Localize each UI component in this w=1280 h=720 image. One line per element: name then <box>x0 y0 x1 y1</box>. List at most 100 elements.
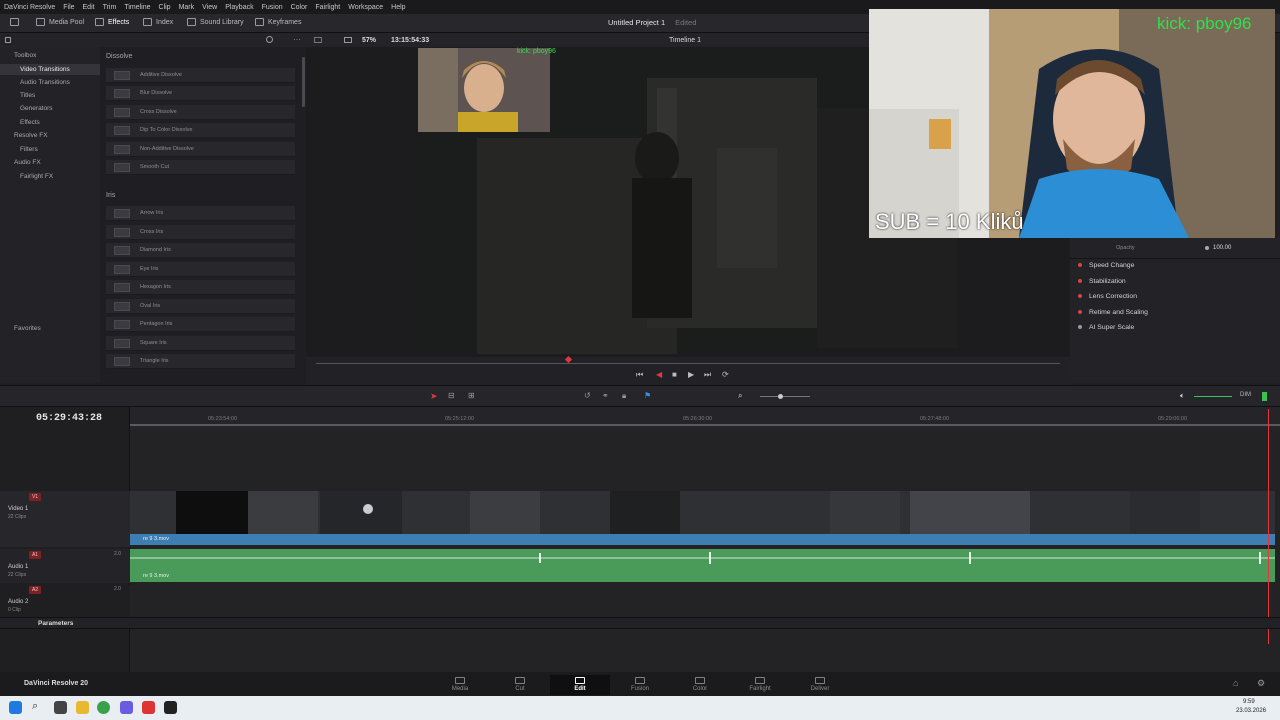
timeline-ruler[interactable]: 05:23:54:00 05:25:12:00 05:26:30:00 05:2… <box>130 407 1280 429</box>
sidebar-item-favorites[interactable]: Favorites <box>14 325 41 332</box>
effect-item[interactable]: Dip To Color Dissolve <box>106 123 295 138</box>
v1-badge[interactable]: V1 <box>29 493 41 501</box>
media-pool-button[interactable]: Media Pool <box>36 18 84 26</box>
section-enabled-dot[interactable] <box>1078 294 1082 299</box>
stop-icon[interactable]: ■ <box>672 370 677 379</box>
chrome-icon[interactable] <box>97 701 110 714</box>
menu-edit[interactable]: Edit <box>83 4 95 11</box>
volume-slider[interactable] <box>1194 396 1232 397</box>
sidebar-item-audio-transitions[interactable]: Audio Transitions <box>20 79 70 86</box>
menu-color[interactable]: Color <box>291 4 308 11</box>
obs-icon[interactable] <box>142 701 155 714</box>
zoom-icon[interactable]: ⌕ <box>738 391 742 401</box>
clock-time[interactable]: 9:59 <box>1243 699 1255 705</box>
effect-item[interactable]: Square Iris <box>106 336 295 351</box>
davinci-taskbar-icon[interactable] <box>164 701 177 714</box>
dissolve-header[interactable]: Dissolve <box>106 53 132 60</box>
section-enabled-dot[interactable] <box>1078 279 1082 284</box>
volume-icon[interactable]: 🔈︎ <box>1180 391 1185 401</box>
a2-badge[interactable]: A2 <box>29 586 41 594</box>
section-enabled-dot[interactable] <box>1078 310 1082 315</box>
search-icon[interactable] <box>266 36 273 43</box>
menu-file[interactable]: File <box>63 4 74 11</box>
trim-tool-icon[interactable]: ⊟ <box>448 391 455 400</box>
menu-fairlight[interactable]: Fairlight <box>315 4 340 11</box>
tab-media[interactable]: Media <box>430 675 490 695</box>
play-icon[interactable]: ▶ <box>688 370 694 379</box>
effect-item[interactable]: Pentagon Iris <box>106 317 295 332</box>
timeline-name[interactable]: Timeline 1 <box>669 37 701 44</box>
sidebar-item-effects[interactable]: Effects <box>20 119 40 126</box>
effects-button[interactable]: Effects <box>95 18 129 26</box>
menu-help[interactable]: Help <box>391 4 405 11</box>
settings-gear-icon[interactable]: ⚙ <box>1257 678 1265 689</box>
effect-item[interactable]: Additive Dissolve <box>106 68 295 83</box>
skip-end-icon[interactable]: ⏭ <box>704 370 711 380</box>
inspector-section-speed-change[interactable]: Speed Change <box>1078 262 1134 269</box>
selection-tool-icon[interactable]: ➤ <box>430 391 438 402</box>
sidebar-item-resolve-fx[interactable]: Resolve FX <box>14 132 48 139</box>
skip-start-icon[interactable]: ⏮ <box>636 370 643 380</box>
effect-item[interactable]: Diamond Iris <box>106 243 295 258</box>
sidebar-toggle-icon[interactable] <box>5 37 11 43</box>
sidebar-item-fairlight-fx[interactable]: Fairlight FX <box>20 173 53 180</box>
sidebar-item-video-transitions[interactable]: Video Transitions <box>20 66 70 73</box>
effect-item[interactable]: Arrow Iris <box>106 206 295 221</box>
menu-trim[interactable]: Trim <box>103 4 117 11</box>
section-enabled-dot[interactable] <box>1078 263 1082 268</box>
effect-item[interactable]: Smooth Cut <box>106 160 295 175</box>
index-button[interactable]: Index <box>143 18 173 26</box>
keyframes-button[interactable]: Keyframes <box>255 18 301 26</box>
timeline-playhead[interactable] <box>1268 409 1269 644</box>
menu-view[interactable]: View <box>202 4 217 11</box>
play-reverse-icon[interactable]: ◀ <box>656 370 662 379</box>
parameters-label[interactable]: Parameters <box>38 620 73 627</box>
effect-item[interactable]: Non-Additive Dissolve <box>106 142 295 157</box>
menu-timeline[interactable]: Timeline <box>124 4 150 11</box>
flag-icon[interactable]: ⚑ <box>644 391 651 400</box>
search-taskbar-icon[interactable]: ⌕ <box>32 700 38 713</box>
snapping-icon[interactable]: ↺ <box>584 391 591 400</box>
link-icon[interactable]: ⚭ <box>602 391 609 400</box>
menu-fusion[interactable]: Fusion <box>262 4 283 11</box>
scrub-playhead[interactable] <box>564 355 573 364</box>
menu-app[interactable]: DaVinci Resolve <box>4 4 55 11</box>
sidebar-item-toolbox[interactable]: Toolbox <box>14 52 36 59</box>
menu-workspace[interactable]: Workspace <box>348 4 383 11</box>
opacity-value[interactable]: 100.00 <box>1213 245 1231 251</box>
effects-scrollbar[interactable] <box>302 57 305 107</box>
inspector-section-stabilization[interactable]: Stabilization <box>1078 278 1126 285</box>
panel-toggle-button[interactable] <box>10 18 19 26</box>
effect-item[interactable]: Cross Iris <box>106 225 295 240</box>
iris-header[interactable]: Iris <box>106 192 115 199</box>
effect-item[interactable]: Eye Iris <box>106 262 295 277</box>
effect-item[interactable]: Blur Dissolve <box>106 86 295 101</box>
file-explorer-icon[interactable] <box>76 701 89 714</box>
audio-clip[interactable] <box>130 549 1275 582</box>
tab-deliver[interactable]: Deliver <box>790 675 850 695</box>
video-clip[interactable] <box>130 491 1275 534</box>
loop-icon[interactable]: ⟳ <box>722 370 729 379</box>
sidebar-item-filters[interactable]: Filters <box>20 146 38 153</box>
tab-cut[interactable]: Cut <box>490 675 550 695</box>
tab-fusion[interactable]: Fusion <box>610 675 670 695</box>
discord-icon[interactable] <box>120 701 133 714</box>
zoom-slider-knob[interactable] <box>778 394 783 399</box>
dim-button[interactable]: DIM <box>1240 392 1251 398</box>
effect-item[interactable]: Hexagon Iris <box>106 280 295 295</box>
scrub-bar[interactable] <box>316 363 1060 364</box>
inspector-section-lens-correction[interactable]: Lens Correction <box>1078 293 1137 300</box>
viewer-mode-icon[interactable] <box>314 37 322 43</box>
sidebar-item-audio-fx[interactable]: Audio FX <box>14 159 41 166</box>
sound-library-button[interactable]: Sound Library <box>187 18 244 26</box>
menu-mark[interactable]: Mark <box>179 4 195 11</box>
task-view-icon[interactable] <box>54 701 67 714</box>
effect-item[interactable]: Triangle Iris <box>106 354 295 369</box>
viewer-layout-icon[interactable] <box>344 37 352 43</box>
video-clip-label[interactable]: re 9 3.mov <box>130 534 1275 545</box>
inspector-section-ai-super-scale[interactable]: AI Super Scale <box>1078 324 1134 331</box>
zoom-level[interactable]: 57% <box>362 37 376 44</box>
more-options-icon[interactable]: ··· <box>293 35 301 44</box>
section-enabled-dot[interactable] <box>1078 325 1082 330</box>
inspector-section-retime-scaling[interactable]: Retime and Scaling <box>1078 309 1148 316</box>
